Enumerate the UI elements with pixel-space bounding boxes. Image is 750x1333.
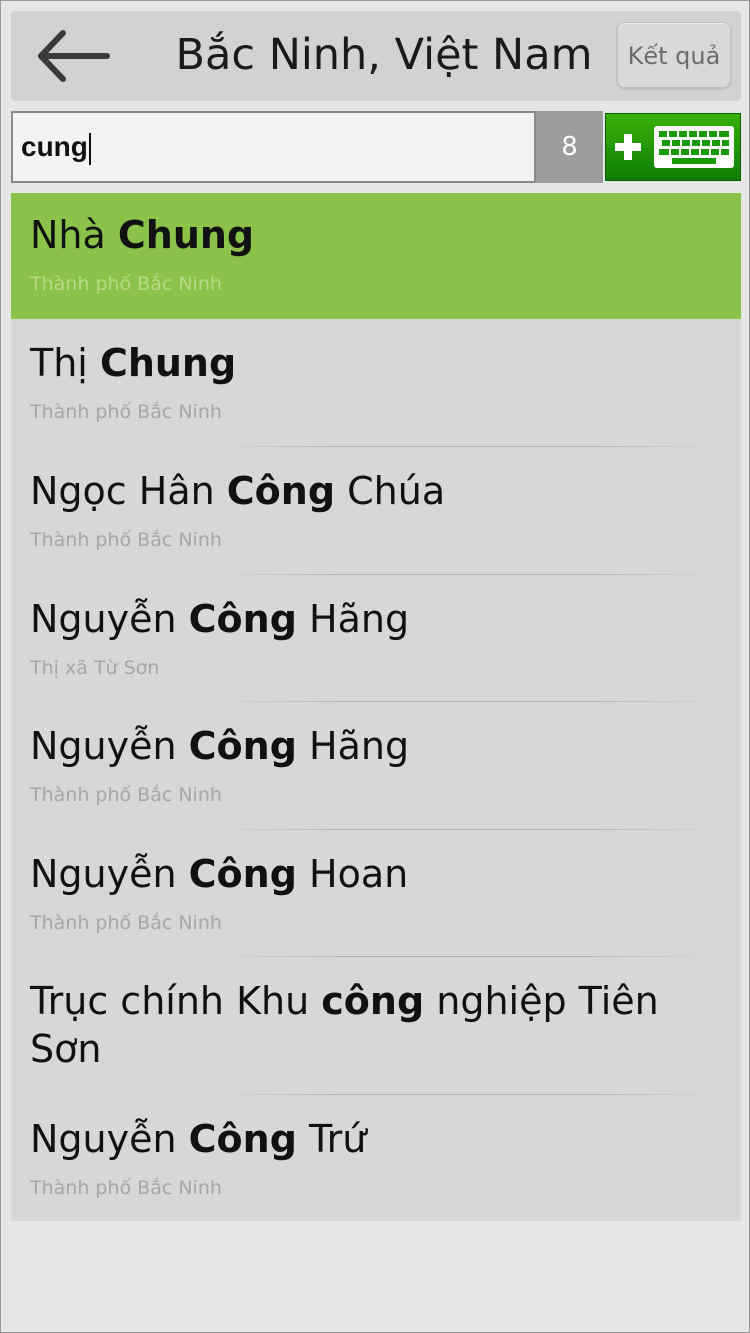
item-name: Nguyễn Công Hãng [30, 597, 410, 641]
app-frame: Bắc Ninh, Việt Nam Kết quả cung 8 Nhà Ch… [0, 0, 750, 1333]
item-name-line2: Sơn [30, 1027, 102, 1071]
search-input[interactable]: cung [11, 111, 536, 183]
item-subtitle: Thành phố Bắc Ninh [30, 273, 222, 295]
text-caret [88, 132, 91, 165]
list-item[interactable]: Thị Chung Thành phố Bắc Ninh [11, 319, 741, 446]
add-keyboard-button[interactable] [605, 113, 741, 181]
item-subtitle: Thành phố Bắc Ninh [30, 529, 222, 551]
item-name: Ngọc Hân Công Chúa [30, 469, 446, 513]
list-item[interactable]: Trục chính Khu công nghiệp Tiên Sơn [11, 957, 741, 1094]
item-subtitle: Thành phố Bắc Ninh [30, 401, 222, 423]
list-item[interactable]: Ngọc Hân Công Chúa Thành phố Bắc Ninh [11, 447, 741, 574]
result-button[interactable]: Kết quả [617, 22, 731, 88]
item-name: Nguyễn Công Hoan [30, 852, 409, 896]
list-item[interactable]: Nguyễn Công Hoan Thành phố Bắc Ninh [11, 830, 741, 956]
item-subtitle: Thành phố Bắc Ninh [30, 784, 222, 806]
item-subtitle: Thành phố Bắc Ninh [30, 912, 222, 934]
item-name: Trục chính Khu công nghiệp Tiên [30, 979, 659, 1023]
list-item[interactable]: Nhà Chung Thành phố Bắc Ninh [11, 193, 741, 319]
results-list: Nhà Chung Thành phố Bắc Ninh Thị Chung T… [11, 193, 741, 1221]
list-item[interactable]: Nguyễn Công Hãng Thị xã Từ Sơn [11, 575, 741, 701]
list-item[interactable]: Nguyễn Công Trứ Thành phố Bắc Ninh [11, 1095, 741, 1221]
item-name: Nhà Chung [30, 213, 255, 257]
page-title: Bắc Ninh, Việt Nam [175, 30, 593, 80]
item-subtitle: Thành phố Bắc Ninh [30, 1177, 222, 1199]
item-name: Thị Chung [30, 341, 237, 385]
back-button[interactable] [33, 27, 113, 85]
search-input-value: cung [21, 131, 88, 162]
result-count-badge: 8 [536, 111, 603, 183]
list-item[interactable]: Nguyễn Công Hãng Thành phố Bắc Ninh [11, 702, 741, 829]
arrow-left-icon [38, 30, 110, 82]
plus-keyboard-icon [615, 126, 734, 168]
header-bar: Bắc Ninh, Việt Nam Kết quả [11, 11, 741, 101]
item-name: Nguyễn Công Hãng [30, 724, 410, 768]
item-name: Nguyễn Công Trứ [30, 1117, 367, 1161]
search-row: cung 8 [11, 111, 741, 183]
item-subtitle: Thị xã Từ Sơn [30, 657, 160, 679]
